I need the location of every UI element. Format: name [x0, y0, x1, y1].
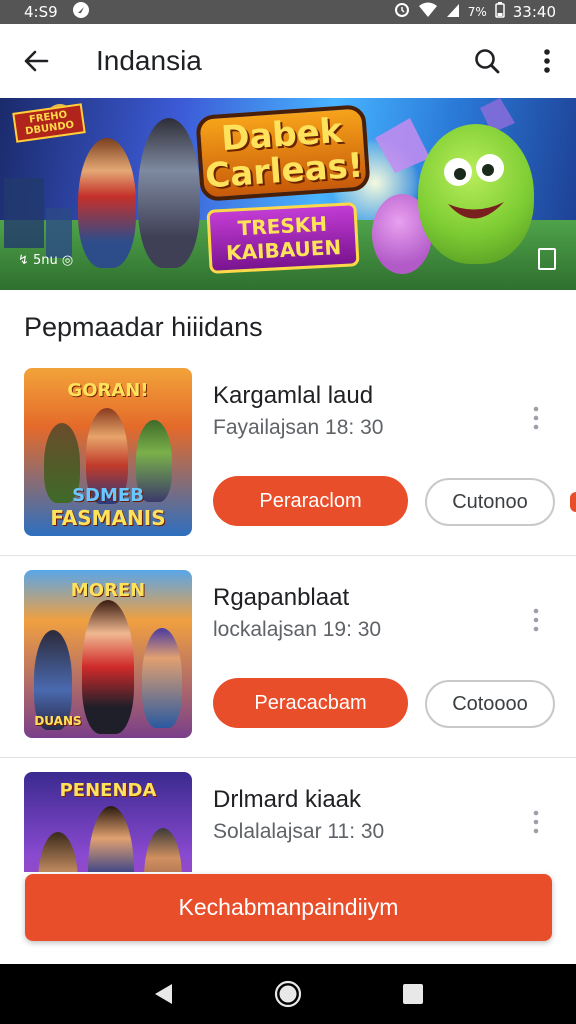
overflow-menu-button[interactable]	[518, 24, 576, 98]
banner-hero-armored	[138, 118, 200, 268]
banner-logo: Dabek Carleas!	[195, 104, 371, 202]
battery-percent: 7%	[467, 5, 487, 19]
game-schedule: Fayailajsan 18: 30	[213, 416, 384, 439]
promo-banner[interactable]: FREHO DBUNDO Dabek Carleas! TRESKH KAIBA…	[0, 98, 576, 290]
search-icon	[475, 49, 500, 74]
item-more-button[interactable]	[520, 600, 552, 640]
game-name: Kargamlal laud	[213, 382, 374, 409]
item-more-button[interactable]	[520, 802, 552, 842]
section-title: Pepmaadar hiiidans	[24, 312, 263, 342]
game-thumbnail[interactable]: GORAN! SDMEB FASMANIS	[24, 368, 192, 536]
edge-indicator	[570, 492, 576, 512]
back-triangle-icon	[154, 984, 172, 1004]
banner-ribbon-line2: KAIBAUEN	[225, 234, 342, 265]
notification-icon	[72, 1, 90, 23]
battery-icon	[495, 2, 505, 22]
thumb-figure	[142, 628, 182, 728]
page-title: Indansia	[96, 45, 202, 76]
nav-home-button[interactable]	[263, 969, 313, 1019]
game-name: Drlmard kiaak	[213, 786, 362, 813]
primary-action-button[interactable]: Peraraclom	[213, 476, 408, 526]
home-circle-icon	[274, 980, 302, 1008]
thumb-subtitle-1: SDMEB	[72, 485, 144, 506]
item-more-button[interactable]	[520, 398, 552, 438]
secondary-action-button[interactable]: Cotoooo	[425, 680, 555, 728]
thumb-title: PENENDA	[59, 780, 157, 801]
signal-icon	[446, 2, 460, 22]
wifi-icon	[418, 2, 438, 22]
bottom-cta-button[interactable]: Kechabmanpaindiiym	[25, 874, 552, 941]
primary-action-button[interactable]: Peracacbam	[213, 678, 408, 728]
banner-hero-left	[78, 138, 136, 268]
thumb-figure	[38, 832, 78, 872]
thumb-subtitle-2: FASMANIS	[50, 506, 166, 530]
app-bar: Indansia	[0, 24, 576, 98]
game-thumbnail[interactable]: MOREN DUANS	[24, 570, 192, 738]
nav-recents-button[interactable]	[388, 969, 438, 1019]
thumb-title: GORAN!	[67, 380, 149, 401]
thumb-figure	[82, 600, 134, 734]
back-button[interactable]	[0, 24, 72, 98]
nav-back-button[interactable]	[138, 969, 188, 1019]
more-vert-icon	[533, 608, 539, 632]
banner-green-monster	[418, 124, 534, 264]
game-schedule: Solalalajsar 11: 30	[213, 820, 385, 843]
game-name: Rgapanblaat	[213, 584, 350, 611]
thumb-title: MOREN	[70, 580, 146, 601]
recents-square-icon	[403, 984, 424, 1004]
thumb-subtitle-1: DUANS	[34, 714, 82, 728]
more-vert-icon	[544, 49, 550, 73]
game-list-item[interactable]: GORAN! SDMEB FASMANIS Kargamlal laud Fay…	[0, 368, 576, 556]
more-vert-icon	[533, 810, 539, 834]
banner-ribbon: TRESKH KAIBAUEN	[206, 202, 360, 274]
status-bar: 4:S9 7% 33:40	[0, 0, 576, 24]
game-schedule: lockalajsan 19: 30	[213, 618, 382, 641]
share-icon[interactable]	[538, 248, 556, 270]
game-thumbnail[interactable]: PENENDA	[24, 772, 192, 872]
search-button[interactable]	[456, 24, 518, 98]
banner-logo-line2: Carleas!	[204, 145, 365, 197]
status-time: 4:S9	[24, 3, 58, 21]
system-nav-bar	[0, 964, 576, 1024]
banner-corner-text: ↯ 5nu ◎	[18, 253, 74, 268]
thumb-figure	[144, 828, 182, 872]
secondary-action-button[interactable]: Cutonoo	[425, 478, 555, 526]
game-list-item[interactable]: PENENDA Drlmard kiaak Solalalajsar 11: 3…	[0, 772, 576, 872]
back-arrow-icon	[24, 50, 49, 72]
game-list-item[interactable]: MOREN DUANS Rgapanblaat lockalajsan 19: …	[0, 570, 576, 758]
thumb-figure	[88, 806, 134, 872]
alarm-icon	[394, 2, 410, 22]
more-vert-icon	[533, 406, 539, 430]
status-clock-right: 33:40	[512, 3, 556, 21]
